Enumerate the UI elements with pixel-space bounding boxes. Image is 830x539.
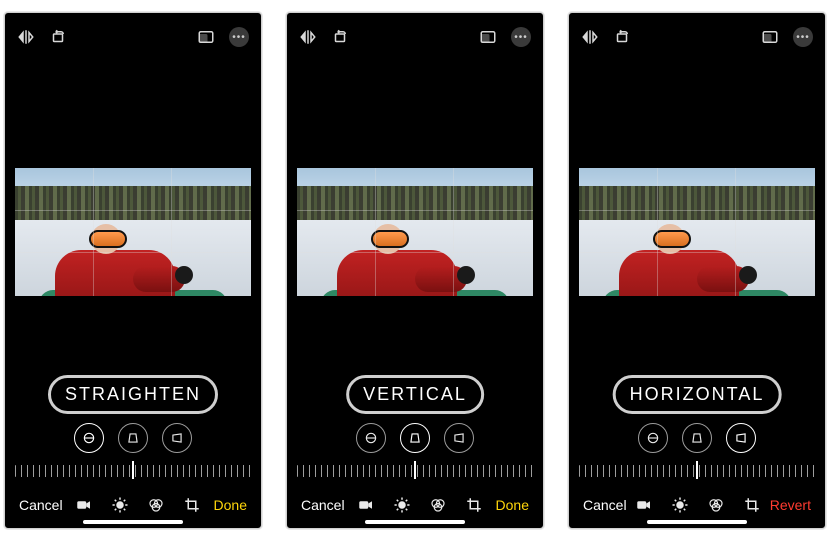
- crop-handle-br[interactable]: [802, 283, 815, 296]
- filters-tab-icon[interactable]: [707, 496, 725, 514]
- flip-icon[interactable]: [17, 28, 35, 46]
- home-indicator: [365, 520, 465, 524]
- video-tab-icon[interactable]: [635, 496, 653, 514]
- vertical-perspective-button[interactable]: [400, 423, 430, 453]
- crop-handle-tr[interactable]: [802, 168, 815, 181]
- rotation-dial[interactable]: [579, 461, 815, 481]
- photo-crop-canvas[interactable]: [297, 168, 533, 296]
- crop-tab-icon[interactable]: [465, 496, 483, 514]
- crop-tab-icon[interactable]: [743, 496, 761, 514]
- straighten-button[interactable]: [74, 423, 104, 453]
- mode-label-text: STRAIGHTEN: [65, 384, 201, 404]
- flip-icon[interactable]: [299, 28, 317, 46]
- done-button[interactable]: Done: [496, 497, 529, 513]
- crop-handle-bl[interactable]: [579, 283, 592, 296]
- cancel-button[interactable]: Cancel: [301, 497, 345, 513]
- phone-screen-3: ••• HORIZONTAL Cancel Revert: [568, 12, 826, 529]
- photo-crop-canvas[interactable]: [15, 168, 251, 296]
- filters-tab-icon[interactable]: [147, 496, 165, 514]
- horizontal-perspective-button[interactable]: [162, 423, 192, 453]
- vertical-perspective-button[interactable]: [682, 423, 712, 453]
- rotate-icon[interactable]: [49, 28, 67, 46]
- crop-handle-bl[interactable]: [15, 283, 28, 296]
- perspective-mode-row: [569, 423, 825, 453]
- more-icon[interactable]: •••: [511, 27, 531, 47]
- crop-handle-br[interactable]: [238, 283, 251, 296]
- vertical-perspective-button[interactable]: [118, 423, 148, 453]
- mode-label-text: VERTICAL: [363, 384, 467, 404]
- more-icon[interactable]: •••: [229, 27, 249, 47]
- aspect-icon[interactable]: [761, 28, 779, 46]
- rotate-icon[interactable]: [331, 28, 349, 46]
- crop-handle-tl[interactable]: [297, 168, 310, 181]
- home-indicator: [83, 520, 183, 524]
- rotation-dial[interactable]: [297, 461, 533, 481]
- mode-label-callout: STRAIGHTEN: [48, 375, 218, 414]
- cancel-button[interactable]: Cancel: [583, 497, 627, 513]
- flip-icon[interactable]: [581, 28, 599, 46]
- rotate-icon[interactable]: [613, 28, 631, 46]
- adjust-tab-icon[interactable]: [671, 496, 689, 514]
- aspect-icon[interactable]: [479, 28, 497, 46]
- straighten-button[interactable]: [638, 423, 668, 453]
- straighten-button[interactable]: [356, 423, 386, 453]
- home-indicator: [647, 520, 747, 524]
- perspective-mode-row: [287, 423, 543, 453]
- more-icon[interactable]: •••: [793, 27, 813, 47]
- mode-label-callout: VERTICAL: [346, 375, 484, 414]
- crop-handle-tr[interactable]: [520, 168, 533, 181]
- horizontal-perspective-button[interactable]: [444, 423, 474, 453]
- video-tab-icon[interactable]: [357, 496, 375, 514]
- horizontal-perspective-button[interactable]: [726, 423, 756, 453]
- phone-screen-2: ••• VERTICAL Cancel Done: [286, 12, 544, 529]
- triptych: ••• STRAIGHTEN Canc: [0, 0, 830, 539]
- crop-handle-tl[interactable]: [15, 168, 28, 181]
- crop-top-toolbar: •••: [5, 13, 261, 53]
- adjust-tab-icon[interactable]: [111, 496, 129, 514]
- crop-top-toolbar: •••: [569, 13, 825, 53]
- done-button[interactable]: Done: [214, 497, 247, 513]
- revert-button[interactable]: Revert: [770, 497, 811, 513]
- cancel-button[interactable]: Cancel: [19, 497, 63, 513]
- rotation-dial[interactable]: [15, 461, 251, 481]
- adjust-tab-icon[interactable]: [393, 496, 411, 514]
- crop-top-toolbar: •••: [287, 13, 543, 53]
- photo-crop-canvas[interactable]: [579, 168, 815, 296]
- crop-tab-icon[interactable]: [183, 496, 201, 514]
- photo-subject: [47, 222, 177, 296]
- crop-handle-bl[interactable]: [297, 283, 310, 296]
- crop-handle-br[interactable]: [520, 283, 533, 296]
- phone-screen-1: ••• STRAIGHTEN Canc: [4, 12, 262, 529]
- aspect-icon[interactable]: [197, 28, 215, 46]
- mode-label-text: HORIZONTAL: [630, 384, 765, 404]
- perspective-mode-row: [5, 423, 261, 453]
- mode-label-callout: HORIZONTAL: [613, 375, 782, 414]
- dial-center-marker: [414, 461, 416, 479]
- filters-tab-icon[interactable]: [429, 496, 447, 514]
- video-tab-icon[interactable]: [75, 496, 93, 514]
- crop-handle-tr[interactable]: [238, 168, 251, 181]
- dial-center-marker: [132, 461, 134, 479]
- crop-handle-tl[interactable]: [579, 168, 592, 181]
- dial-center-marker: [696, 461, 698, 479]
